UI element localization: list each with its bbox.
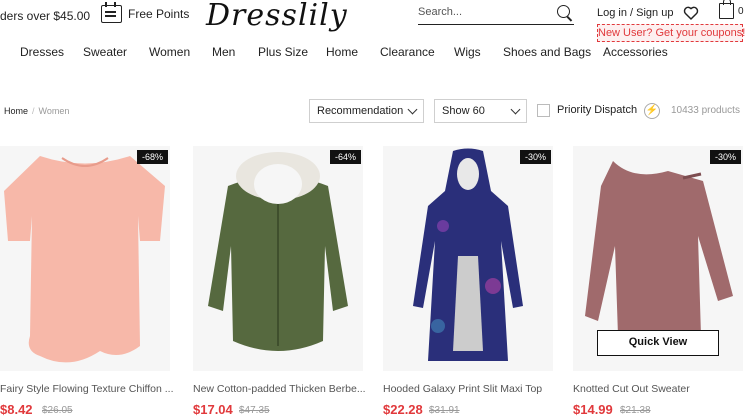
show-count-value: Show 60 bbox=[442, 105, 485, 117]
shopping-bag-icon[interactable] bbox=[719, 0, 734, 19]
login-link[interactable]: Log in / Sign up bbox=[597, 7, 673, 19]
product-old-price: $21.38 bbox=[620, 405, 651, 416]
sort-select[interactable]: Recommendation bbox=[309, 99, 424, 123]
nav-item-sweater[interactable]: Sweater bbox=[83, 45, 127, 59]
pink-tunic-top-icon bbox=[4, 156, 165, 363]
breadcrumb: Home / Women bbox=[4, 106, 69, 116]
nav-item-home[interactable]: Home bbox=[326, 45, 358, 59]
product-card[interactable]: -64% New Cotton-padded Thicken Berbe... … bbox=[193, 146, 366, 420]
search-input[interactable] bbox=[418, 6, 548, 18]
product-old-price: $26.05 bbox=[42, 405, 73, 416]
site-logo[interactable]: Dresslily bbox=[206, 0, 348, 33]
heart-icon[interactable] bbox=[683, 5, 699, 21]
product-price: $8.42 bbox=[0, 402, 33, 417]
product-card[interactable]: -30% Hooded Galaxy Print Slit Maxi Top $… bbox=[383, 146, 553, 420]
product-image[interactable]: -30% bbox=[383, 146, 553, 371]
product-image[interactable]: -68% bbox=[0, 146, 170, 371]
nav-item-accessories[interactable]: Accessories bbox=[603, 45, 668, 59]
product-name[interactable]: Hooded Galaxy Print Slit Maxi Top bbox=[383, 383, 559, 395]
product-name[interactable]: Knotted Cut Out Sweater bbox=[573, 383, 749, 395]
product-price: $14.99 bbox=[573, 402, 613, 417]
main-nav: Dresses Sweater Women Men Plus Size Home… bbox=[0, 45, 750, 65]
discount-badge: -64% bbox=[329, 150, 361, 164]
quick-view-button[interactable]: Quick View bbox=[597, 330, 719, 356]
new-user-coupon-button[interactable]: New User? Get your coupons! bbox=[597, 24, 745, 42]
galaxy-hooded-dress-icon bbox=[413, 148, 523, 361]
product-name[interactable]: New Cotton-padded Thicken Berbe... bbox=[193, 383, 369, 395]
priority-dispatch-label: Priority Dispatch bbox=[557, 104, 638, 116]
top-bar: ders over $45.00 Free Points Dresslily L… bbox=[0, 0, 750, 42]
sort-select-value: Recommendation bbox=[317, 105, 404, 117]
nav-item-dresses[interactable]: Dresses bbox=[20, 45, 64, 59]
nav-item-men[interactable]: Men bbox=[212, 45, 235, 59]
discount-badge: -30% bbox=[519, 150, 551, 164]
product-image[interactable]: -30% Quick View bbox=[573, 146, 743, 371]
nav-item-women[interactable]: Women bbox=[149, 45, 190, 59]
product-name[interactable]: Fairy Style Flowing Texture Chiffon ... bbox=[0, 383, 176, 395]
nav-item-plus-size[interactable]: Plus Size bbox=[258, 45, 308, 59]
chevron-down-icon bbox=[510, 104, 521, 115]
discount-badge: -68% bbox=[136, 150, 168, 164]
product-old-price: $47.35 bbox=[239, 405, 270, 416]
green-parka-jacket-icon bbox=[208, 152, 348, 351]
product-count: 10433 products bbox=[671, 105, 740, 116]
product-old-price: $31.91 bbox=[429, 405, 460, 416]
free-points-label: Free Points bbox=[128, 7, 190, 21]
shipping-promo: ders over $45.00 bbox=[0, 9, 91, 23]
chevron-down-icon bbox=[407, 104, 418, 115]
product-price: $22.28 bbox=[383, 402, 423, 417]
free-points-link[interactable]: Free Points bbox=[101, 2, 190, 23]
product-card[interactable]: -68% Fairy Style Flowing Texture Chiffon… bbox=[0, 146, 174, 420]
breadcrumb-current: Women bbox=[38, 106, 70, 116]
product-card[interactable]: -30% Quick View Knotted Cut Out Sweater … bbox=[573, 146, 743, 420]
nav-item-wigs[interactable]: Wigs bbox=[454, 45, 481, 59]
discount-badge: -30% bbox=[709, 150, 741, 164]
calendar-icon bbox=[101, 2, 122, 23]
product-image[interactable]: -64% bbox=[193, 146, 363, 371]
breadcrumb-home[interactable]: Home bbox=[4, 106, 28, 116]
search-box bbox=[418, 3, 574, 25]
nav-item-shoes-and-bags[interactable]: Shoes and Bags bbox=[503, 45, 591, 59]
nav-item-clearance[interactable]: Clearance bbox=[380, 45, 435, 59]
lightning-icon: ⚡ bbox=[644, 103, 660, 119]
search-icon[interactable] bbox=[557, 5, 570, 18]
cart-count: 0 bbox=[738, 6, 744, 17]
product-price: $17.04 bbox=[193, 402, 233, 417]
breadcrumb-separator: / bbox=[32, 106, 35, 116]
priority-dispatch-checkbox[interactable] bbox=[537, 104, 550, 117]
show-count-select[interactable]: Show 60 bbox=[434, 99, 527, 123]
